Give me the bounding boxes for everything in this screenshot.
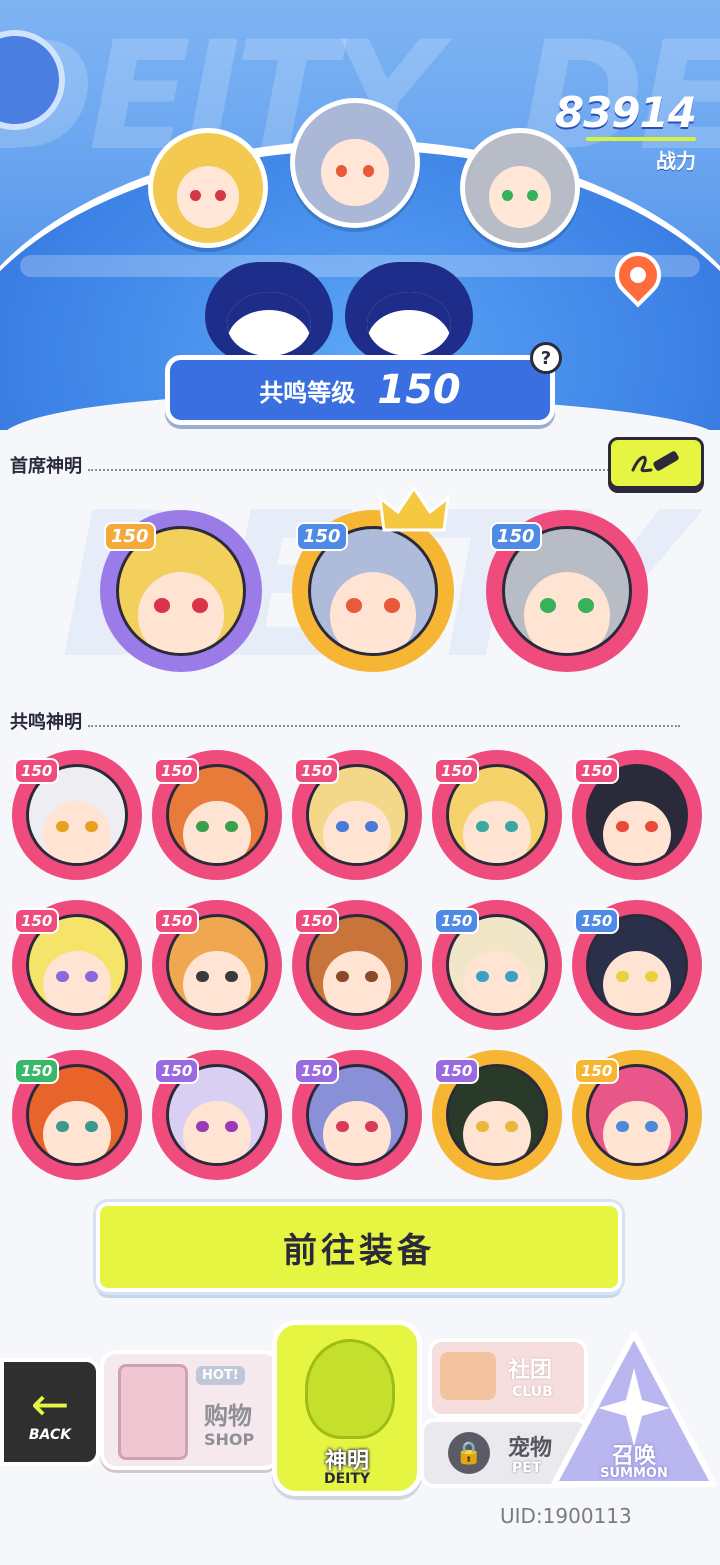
hot-badge: HOT! [196,1366,245,1385]
resonance-deity-avatar-1[interactable]: 150 [12,750,142,880]
chief-deity-section-title: 首席神明 [10,452,680,478]
resonance-deity-avatar-12[interactable]: 150 [152,1050,282,1180]
resonance-deity-avatar-14[interactable]: 150 [432,1050,562,1180]
resonance-deity-avatar-10[interactable]: 150 [572,900,702,1030]
resonance-deity-avatar-11[interactable]: 150 [12,1050,142,1180]
deity-character-icon [305,1339,395,1439]
resonance-deity-avatar-2[interactable]: 150 [152,750,282,880]
pencil-icon [631,451,679,473]
pet-label-cn: 宠物 [508,1436,553,1461]
vending-machine-icon [118,1364,188,1460]
level-badge: 150 [574,1058,620,1084]
deity-label-en: DEITY [323,1471,371,1487]
user-id: UID:1900113 [500,1504,632,1528]
resonance-deity-avatar-5[interactable]: 150 [572,750,702,880]
globe-eye-right [345,262,473,362]
level-badge: 150 [294,758,340,784]
edit-button[interactable] [608,437,704,489]
help-button[interactable]: ? [530,342,562,374]
level-badge: 150 [154,908,200,934]
resonance-deity-avatar-4[interactable]: 150 [432,750,562,880]
bottom-nav: ← BACK HOT! 购物 SHOP 神明 DEITY 社团 CLUB 🔒 宠… [0,1310,720,1500]
level-badge: 150 [294,908,340,934]
resonance-deity-avatar-15[interactable]: 150 [572,1050,702,1180]
globe-stripe [20,255,700,277]
level-badge: 150 [14,1058,60,1084]
level-badge: 150 [154,758,200,784]
resonance-level-value: 150 [377,367,461,413]
level-badge: 150 [14,758,60,784]
nav-shop-button[interactable]: HOT! 购物 SHOP [100,1350,280,1470]
level-badge: 150 [154,1058,200,1084]
club-label-en: CLUB [512,1384,553,1400]
resonance-deity-avatar-13[interactable]: 150 [292,1050,422,1180]
resonance-level-label: 共鸣等级 [259,378,356,407]
level-badge: 150 [434,758,480,784]
combat-power-value: 83914 [554,88,697,137]
shop-label-en: SHOP [204,1430,255,1449]
resonance-deity-avatar-3[interactable]: 150 [292,750,422,880]
resonance-deity-avatar-9[interactable]: 150 [432,900,562,1030]
level-badge: 150 [434,908,480,934]
header-banner: DEITY DEITY 83914 战力 共鸣等级 150 ? [0,0,720,430]
club-label-cn: 社团 [508,1358,553,1383]
combat-power-label: 战力 [656,149,696,173]
lock-icon: 🔒 [448,1432,490,1474]
level-badge: 150 [434,1058,480,1084]
level-badge: 150 [14,908,60,934]
crown-icon [378,486,450,532]
back-label: BACK [28,1427,72,1443]
team-hero-1[interactable] [148,128,268,248]
go-equip-button[interactable]: 前往装备 [96,1202,622,1292]
chief-deity-avatar-3[interactable]: 150 [486,510,648,672]
resonance-deity-avatar-7[interactable]: 150 [152,900,282,1030]
team-hero-2[interactable] [290,98,420,228]
summon-label-en: SUMMON [600,1466,668,1481]
nav-deity-button[interactable]: 神明 DEITY [272,1320,422,1496]
resonance-deity-avatar-8[interactable]: 150 [292,900,422,1030]
level-badge: 150 [574,908,620,934]
combat-power-underline [586,137,696,141]
resonance-deity-section-title: 共鸣神明 [10,708,680,734]
level-badge: 150 [104,522,156,551]
level-badge: 150 [490,522,542,551]
resonance-deity-avatar-6[interactable]: 150 [12,900,142,1030]
globe-eye-left [205,262,333,362]
back-arrow-icon: ← [30,1377,70,1431]
back-button[interactable]: ← BACK [0,1358,100,1466]
chief-deity-avatar-1[interactable]: 150 [100,510,262,672]
resonance-level-banner: 共鸣等级 150 [165,355,555,425]
nav-summon-button[interactable]: 召唤 SUMMON [548,1328,720,1490]
level-badge: 150 [574,758,620,784]
pet-label-en: PET [512,1460,542,1476]
level-badge: 150 [296,522,348,551]
club-bag-icon [440,1352,496,1400]
level-badge: 150 [294,1058,340,1084]
shop-label-cn: 购物 [204,1402,252,1430]
combat-power: 83914 战力 [554,88,697,174]
